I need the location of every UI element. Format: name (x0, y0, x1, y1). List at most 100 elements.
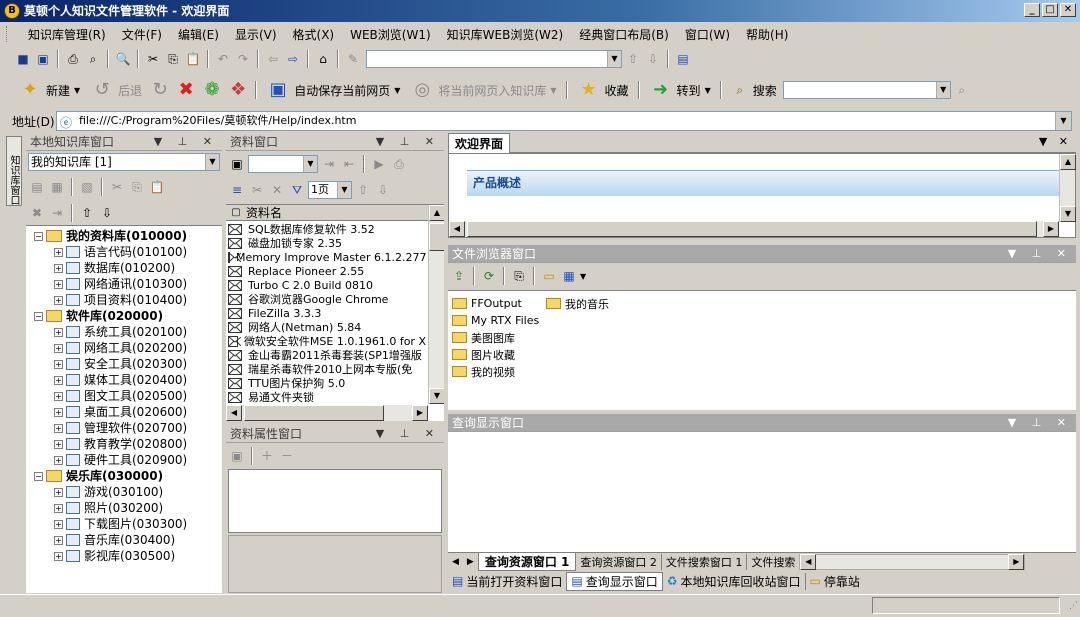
res-cut-icon[interactable]: ✂ (248, 181, 266, 199)
expand-icon[interactable]: + (54, 503, 63, 513)
move-down-icon[interactable]: ⇩ (644, 50, 662, 68)
tab-scroll-right-icon[interactable]: ▶ (463, 557, 478, 567)
chevron-down-icon[interactable]: ▼ (303, 156, 317, 172)
menu-grip[interactable] (6, 26, 9, 42)
tree-node[interactable]: + 媒体工具(020400) (26, 372, 222, 388)
stop-icon[interactable]: ✖ (174, 78, 198, 102)
welcome-hscroll[interactable]: ◀ ▶ (449, 221, 1059, 237)
menu-help[interactable]: 帮助(H) (738, 26, 796, 43)
find-icon[interactable]: 🔍 (114, 50, 132, 68)
tab-query-2[interactable]: 查询资源窗口 2 (576, 553, 662, 570)
chevron-down-icon[interactable]: ▼ (1055, 112, 1071, 130)
resource-hscroll[interactable]: ◀ ▶ (226, 405, 428, 421)
tree-node[interactable]: + 安全工具(020300) (26, 356, 222, 372)
resize-grip-icon[interactable]: ⋰ (1069, 601, 1078, 611)
res-up-icon[interactable]: ⇧ (354, 181, 372, 199)
maximize-button[interactable]: □ (1042, 3, 1058, 17)
redo-icon[interactable]: ↷ (234, 50, 252, 68)
tab-file-search-1[interactable]: 文件搜索窗口 1 (662, 553, 748, 570)
chevron-down-icon[interactable]: ▼ (935, 82, 950, 98)
paste-icon[interactable]: 📋 (184, 50, 202, 68)
dock-tab-recycle[interactable]: ♻ 本地知识库回收站窗口 (663, 573, 805, 590)
scroll-right-icon[interactable]: ▶ (1043, 221, 1059, 237)
autosave-button[interactable]: ▣ 自动保存当前网页 ▼ (262, 76, 404, 104)
pane-controls[interactable]: ▼ ⊥ ✕ (1008, 414, 1072, 432)
search-go-icon[interactable]: ⌕ (953, 81, 971, 99)
tree-node[interactable]: + 游戏(030100) (26, 484, 222, 500)
pane-controls[interactable]: ▼ ⊥ ✕ (376, 425, 440, 443)
tab-welcome[interactable]: 欢迎界面 (448, 133, 511, 153)
import-page-button[interactable]: ◎ 将当前网页入知识库 ▼ (406, 76, 560, 104)
fb-copy-icon[interactable]: ⎘ (510, 267, 528, 285)
tree-node[interactable]: + 照片(030200) (26, 500, 222, 516)
hscroll-thumb[interactable] (467, 221, 1037, 237)
new-button[interactable]: ✦ 新建 ▼ (14, 76, 84, 104)
res-play-icon[interactable]: ▶ (370, 155, 388, 173)
folder-up-icon[interactable]: ⇪ (450, 267, 468, 285)
page-selector[interactable]: 1页 ▼ (308, 181, 352, 199)
home-icon[interactable]: ⌂ (314, 50, 332, 68)
print-preview-icon[interactable]: ⌕ (84, 50, 102, 68)
scroll-right-icon[interactable]: ▶ (412, 405, 428, 421)
query-hscroll[interactable]: ◀ ▶ (799, 553, 1026, 570)
resource-item[interactable]: 网络人(Netman) 5.84 (228, 320, 426, 334)
brush-icon[interactable]: ✎ (344, 50, 362, 68)
resource-item[interactable]: 谷歌浏览器Google Chrome (228, 292, 426, 306)
props-add-icon[interactable]: ＋ (258, 447, 276, 465)
kb-props-icon[interactable]: ▧ (78, 178, 96, 196)
expand-icon[interactable]: + (54, 407, 63, 417)
res-export-icon[interactable]: ⇥ (320, 155, 338, 173)
tree-node[interactable]: − 我的资料库(010000) (26, 228, 222, 244)
copy-icon[interactable]: ⎘ (164, 50, 182, 68)
props-list[interactable] (228, 469, 442, 533)
res-add-icon[interactable]: ▣ (228, 155, 246, 173)
fb-views-icon[interactable]: ▦ (560, 267, 578, 285)
chevron-down-icon[interactable]: ▼ (205, 154, 219, 170)
scroll-up-icon[interactable]: ▲ (1060, 154, 1076, 170)
scroll-thumb[interactable] (429, 223, 444, 251)
res-import-icon[interactable]: ⇤ (340, 155, 358, 173)
resource-item[interactable]: SQL数据库修复软件 3.52 (228, 222, 426, 236)
res-remove-icon[interactable]: ≡ (228, 181, 246, 199)
resource-item[interactable]: 易通文件夹锁 (228, 390, 426, 404)
resource-vscroll[interactable]: ▲ ▼ (428, 205, 444, 404)
kb-paste-icon[interactable]: 📋 (148, 178, 166, 196)
undo-icon[interactable]: ↶ (214, 50, 232, 68)
expand-icon[interactable]: + (54, 327, 63, 337)
filter-icon[interactable]: ⛛ (288, 181, 306, 199)
dock-tab-open-resources[interactable]: ▤ 当前打开资料窗口 (448, 573, 566, 590)
nav-forward-icon[interactable]: ⇨ (284, 50, 302, 68)
tree-node[interactable]: + 数据库(010200) (26, 260, 222, 276)
menu-classic-layout[interactable]: 经典窗口布局(B) (571, 26, 677, 43)
expand-icon[interactable]: + (54, 551, 63, 561)
expand-icon[interactable]: + (54, 423, 63, 433)
tree-node[interactable]: − 娱乐库(030000) (26, 468, 222, 484)
tree-node[interactable]: + 教育教学(020800) (26, 436, 222, 452)
go-button[interactable]: ➜ 转到 ▼ (645, 76, 715, 104)
menu-format[interactable]: 格式(X) (285, 26, 343, 43)
scroll-down-icon[interactable]: ▼ (429, 388, 444, 404)
hscroll-thumb[interactable] (244, 405, 384, 421)
tab-scroll-left-icon[interactable]: ◀ (448, 557, 463, 567)
scroll-left-icon[interactable]: ◀ (800, 553, 817, 570)
fb-refresh-icon[interactable]: ⟳ (480, 267, 498, 285)
format-combo[interactable]: ▼ (366, 50, 622, 68)
kb-selector[interactable]: 我的知识库 [1] ▼ (28, 153, 220, 171)
layout-icon[interactable]: ▤ (674, 50, 692, 68)
file-item[interactable]: My RTX Files (452, 312, 539, 329)
expand-icon[interactable]: + (54, 295, 63, 305)
expand-icon[interactable]: + (54, 343, 63, 353)
kb-view-icon[interactable]: ▦ (48, 178, 66, 196)
tree-node[interactable]: + 网络工具(020200) (26, 340, 222, 356)
package-icon[interactable]: ❖ (226, 78, 250, 102)
menu-file[interactable]: 文件(F) (114, 26, 170, 43)
resource-item[interactable]: Turbo C 2.0 Build 0810 (228, 278, 426, 292)
tree-node[interactable]: + 影视库(030500) (26, 548, 222, 564)
dock-tab-query-display[interactable]: ▤ 查询显示窗口 (566, 571, 663, 591)
resource-item[interactable]: FileZilla 3.3.3 (228, 306, 426, 320)
file-item[interactable]: 我的视频 (452, 363, 539, 380)
res-delete-icon[interactable]: ✕ (268, 181, 286, 199)
tree-node[interactable]: + 项目资料(010400) (26, 292, 222, 308)
file-item[interactable]: 图片收藏 (452, 346, 539, 363)
pane-controls[interactable]: ▼ ⊥ ✕ (1008, 245, 1072, 263)
